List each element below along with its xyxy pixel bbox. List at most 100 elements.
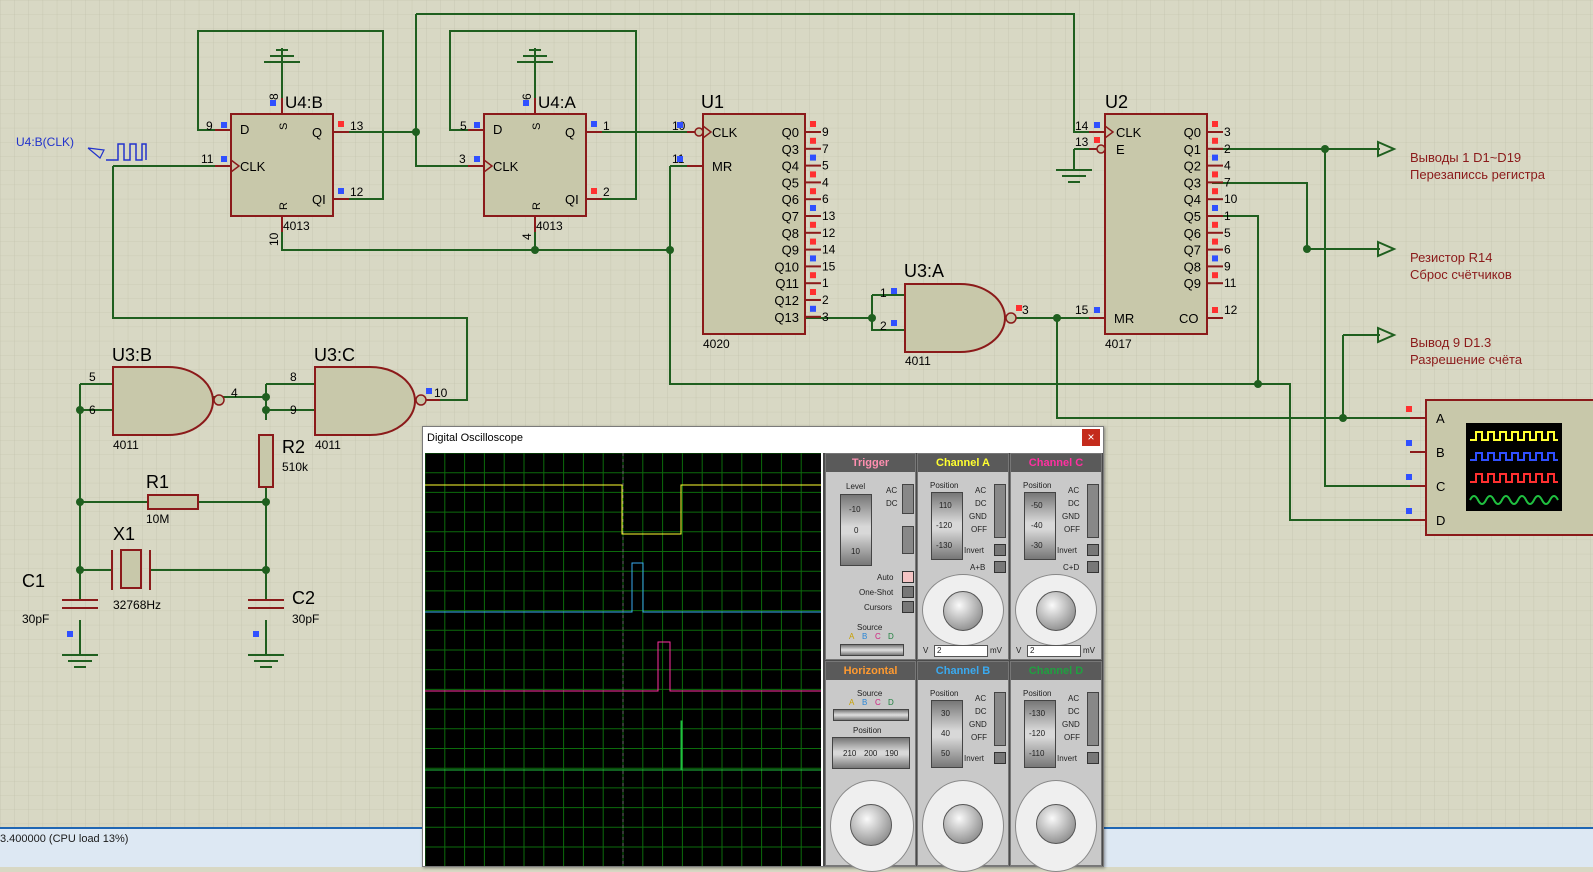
trigger-level-dial[interactable]: -10 0 10	[840, 494, 872, 566]
u4b-pin-s-label: S	[278, 123, 290, 130]
channel-d-invert-button[interactable]	[1087, 752, 1099, 764]
u2-output-name: Q8	[1184, 259, 1201, 274]
u1-output-num: 4	[822, 175, 829, 189]
u3c-pin-in2: 9	[290, 403, 297, 417]
channel-a-position-dial[interactable]: 110 -120 -130	[931, 492, 963, 560]
channel-c-position-dial[interactable]: -50 -40 -30	[1024, 492, 1056, 560]
channel-d-coupling-switch[interactable]	[1087, 692, 1099, 746]
channel-a-dial-bottom: -130	[936, 541, 953, 550]
channel-b-coupling-switch[interactable]	[994, 692, 1006, 746]
channel-a-coupling-switch[interactable]	[994, 484, 1006, 538]
trigger-src-d: D	[888, 632, 894, 641]
u2-output-num: 11	[1224, 276, 1237, 290]
u3a-pin-in2: 2	[880, 319, 887, 333]
channel-b-position-dial[interactable]: 30 40 50	[931, 700, 963, 768]
oscilloscope-window[interactable]: Digital Oscilloscope × Trigger Level -10…	[422, 426, 1104, 872]
horizontal-dial-right: 190	[885, 749, 899, 758]
c2-value: 30pF	[292, 612, 319, 626]
u4b-pinnum-d: 9	[206, 119, 213, 133]
channel-d-invert-label: Invert	[1057, 754, 1078, 763]
u2-output-name: Q2	[1184, 159, 1201, 174]
channel-c-volts-knob[interactable]	[1036, 591, 1076, 631]
u2-output-name: Q1	[1184, 142, 1201, 157]
horizontal-src-b: B	[862, 698, 868, 707]
channel-b-dial-mid: 40	[941, 729, 950, 738]
trigger-coupling-switch[interactable]	[902, 484, 914, 514]
u2-pin-state	[1212, 171, 1218, 178]
note-2-line-1: Резистор R14	[1410, 250, 1493, 265]
note-2-line-2: Сброс счётчиков	[1410, 267, 1512, 282]
u4a-pin-clk-label: CLK	[493, 159, 519, 174]
u2-output-num: 9	[1224, 259, 1231, 273]
horizontal-position-dial[interactable]: 210 200 190	[832, 737, 910, 769]
u2-output-name: Q4	[1184, 192, 1201, 207]
u2-output-num: 4	[1224, 159, 1231, 173]
channel-c-invert-button[interactable]	[1087, 544, 1099, 556]
u3c-ref: U3:C	[314, 345, 355, 365]
channel-d-position-dial[interactable]: -130 -120 -110	[1024, 700, 1056, 768]
channel-b-invert-button[interactable]	[994, 752, 1006, 764]
channel-c-sum-button[interactable]	[1087, 561, 1099, 573]
channel-a-unit-mv: mV	[990, 646, 1002, 655]
u4a-pin-q-label: Q	[565, 125, 575, 140]
u2-pin-state	[1212, 205, 1218, 211]
x1-ref: X1	[113, 524, 135, 544]
u2-pin-state	[1212, 121, 1218, 127]
u1-pin-state	[810, 221, 816, 228]
u1-output-num: 1	[822, 276, 829, 290]
u1-pin-state	[810, 238, 816, 245]
u3a-pin-in1: 1	[880, 286, 887, 300]
channel-a-invert-button[interactable]	[994, 544, 1006, 556]
channel-c-position-label: Position	[1023, 481, 1052, 490]
channel-a-sum-button[interactable]	[994, 561, 1006, 573]
channel-d-volts-knob[interactable]	[1036, 804, 1076, 844]
channel-c-unit-v: V	[1016, 646, 1022, 655]
trigger-source-slider[interactable]	[840, 644, 904, 656]
channel-a-unit-v: V	[923, 646, 929, 655]
channel-c-volts-field[interactable]: 2	[1027, 645, 1081, 657]
channel-d-dial-bottom: -110	[1029, 749, 1045, 758]
u4a-pin-s-label: S	[531, 123, 543, 130]
trigger-auto-label: Auto	[877, 573, 894, 582]
u1-output-num: 2	[822, 293, 829, 307]
channel-c-section: Channel C Position -50 -40 -30 AC DC GND…	[1010, 453, 1102, 660]
channel-a-invert-label: Invert	[964, 546, 985, 555]
u2-pin-state	[1212, 238, 1218, 245]
channel-b-volts-knob[interactable]	[943, 804, 983, 844]
u4b-pinnum-qn: 12	[350, 185, 364, 199]
u1-part: 4020	[703, 337, 730, 351]
channel-a-volts-field[interactable]: 2	[934, 645, 988, 657]
channel-d-dc-label: DC	[1068, 707, 1080, 716]
trigger-cursors-button[interactable]	[902, 601, 914, 613]
close-button[interactable]: ×	[1082, 429, 1100, 446]
u1-output-name: Q0	[782, 125, 799, 140]
trigger-dc-label: DC	[886, 499, 898, 508]
u2-ref: U2	[1105, 92, 1128, 112]
channel-a-volts-knob[interactable]	[943, 591, 983, 631]
u1-pin-state	[810, 289, 816, 295]
x1-value: 32768Hz	[113, 598, 161, 612]
horizontal-src-d: D	[888, 698, 894, 707]
u3b-ref: U3:B	[112, 345, 152, 365]
trigger-dial-mid: 0	[854, 526, 859, 535]
u1-pin-state	[810, 171, 816, 178]
channel-c-coupling-switch[interactable]	[1087, 484, 1099, 538]
u1-output-name: Q10	[774, 259, 799, 274]
trigger-oneshot-button[interactable]	[902, 586, 914, 598]
horizontal-source-slider[interactable]	[833, 709, 909, 721]
u4a-pinnum-s: 6	[520, 93, 534, 100]
trigger-auto-button[interactable]	[902, 571, 914, 583]
horizontal-dial-mid: 200	[864, 749, 878, 758]
trigger-edge-switch[interactable]	[902, 526, 914, 554]
u4a-pin-r-label: R	[531, 202, 543, 210]
channel-d-header: Channel D	[1011, 662, 1101, 680]
oscilloscope-titlebar[interactable]: Digital Oscilloscope ×	[423, 427, 1103, 451]
u2-output-num: 7	[1224, 175, 1231, 189]
channel-d-position-label: Position	[1023, 689, 1052, 698]
u4a-pinnum-r: 4	[520, 233, 534, 240]
note-1-line-1: Выводы 1 D1~D19	[1410, 150, 1521, 165]
trigger-source-label: Source	[857, 623, 883, 632]
generator-label: U4:B(CLK)	[16, 135, 74, 149]
scope-symbol[interactable]: A B C D	[1406, 399, 1593, 536]
horizontal-time-knob[interactable]	[850, 804, 892, 846]
